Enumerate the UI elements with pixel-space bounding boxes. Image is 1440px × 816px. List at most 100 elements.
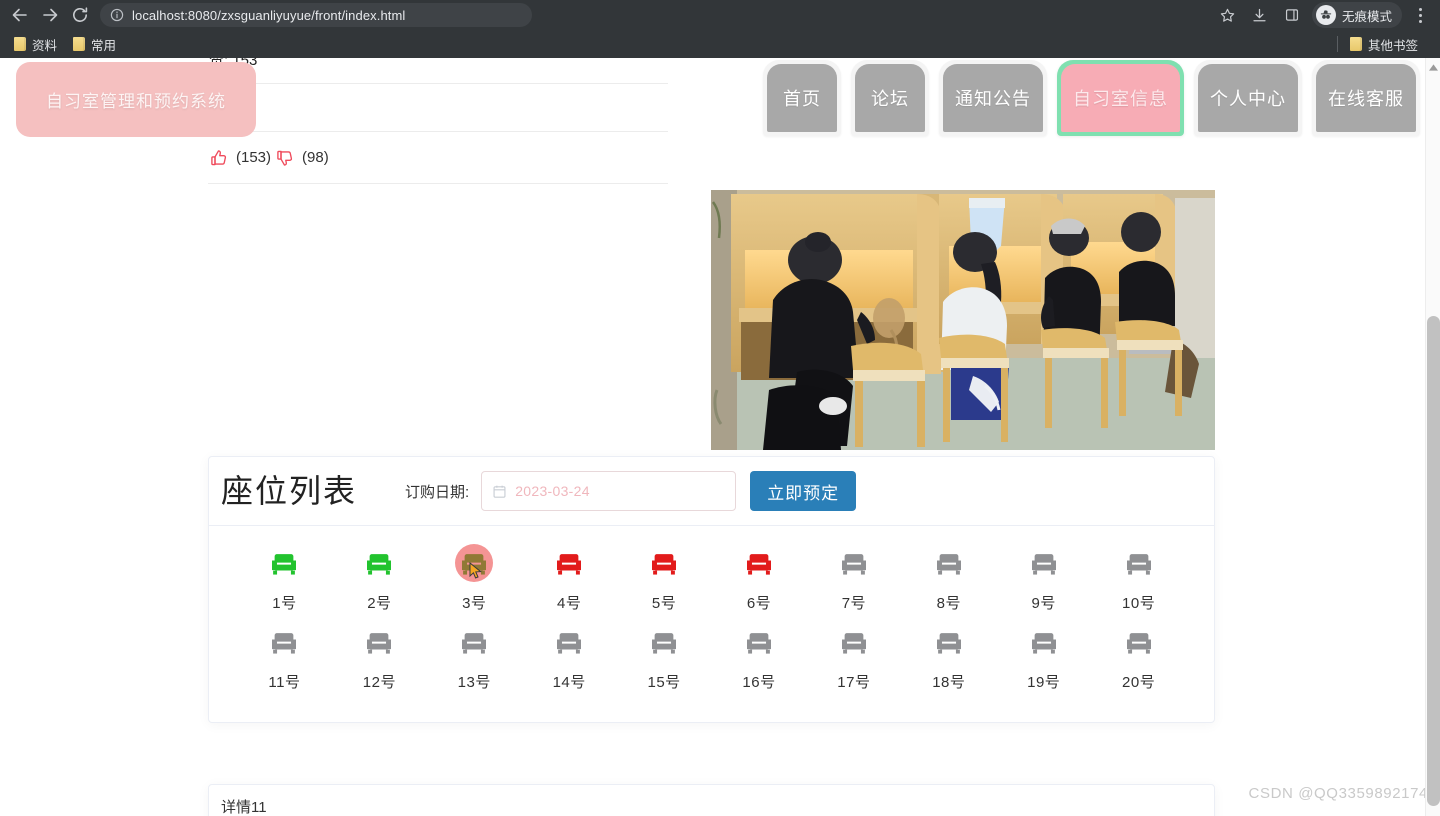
- nav-tab-label: 首页: [767, 64, 837, 132]
- seat-4[interactable]: 4号: [522, 540, 617, 617]
- seat-label: 1号: [272, 595, 297, 612]
- nav-tab-label: 在线客服: [1316, 64, 1416, 132]
- bookmark-label: 常用: [91, 38, 117, 53]
- download-icon[interactable]: [1246, 1, 1274, 29]
- seat-2[interactable]: 2号: [332, 540, 427, 617]
- nav-tab-2[interactable]: 论坛: [851, 60, 929, 136]
- incognito-label: 无痕模式: [1341, 9, 1392, 24]
- scrollbar-thumb[interactable]: [1427, 316, 1440, 806]
- page-viewport: 赞: 153 踩: 98 (153): [0, 58, 1440, 816]
- seat-label: 5号: [651, 595, 677, 612]
- seat-15[interactable]: 15号: [617, 619, 712, 696]
- seat-7[interactable]: 7号: [806, 540, 901, 617]
- bookmark-item[interactable]: 常用: [69, 33, 124, 56]
- seat-8[interactable]: 8号: [901, 540, 996, 617]
- seat-chair-icon: [457, 548, 491, 582]
- likes-row: 赞: 153: [208, 58, 668, 84]
- seat-14[interactable]: 14号: [522, 619, 617, 696]
- seat-label: 15号: [647, 674, 681, 691]
- seat-1[interactable]: 1号: [237, 540, 332, 617]
- seat-chair-icon: [362, 548, 396, 582]
- seat-label: 13号: [457, 674, 491, 691]
- seat-6[interactable]: 6号: [712, 540, 807, 617]
- seat-9[interactable]: 9号: [996, 540, 1091, 617]
- nav-tab-3[interactable]: 通知公告: [939, 60, 1047, 136]
- seat-chair-icon: [837, 627, 871, 661]
- nav-tab-label: 个人中心: [1198, 64, 1298, 132]
- detail-card: 详情11: [208, 784, 1215, 816]
- seat-chair-icon: [552, 548, 586, 582]
- chrome-menu-icon[interactable]: [1408, 1, 1432, 29]
- post-stats-list: 赞: 153 踩: 98 (153): [208, 58, 668, 184]
- like-button[interactable]: (153): [209, 148, 271, 168]
- browser-chrome: localhost:8080/zxsguanliyuyue/front/inde…: [0, 0, 1440, 58]
- seat-chair-icon: [837, 548, 871, 582]
- seat-16[interactable]: 16号: [712, 619, 807, 696]
- study-room-photo: [711, 190, 1215, 450]
- seat-13[interactable]: 13号: [427, 619, 522, 696]
- seat-label: 12号: [362, 674, 396, 691]
- seat-12[interactable]: 12号: [332, 619, 427, 696]
- seat-3[interactable]: 3号: [427, 540, 522, 617]
- seat-label: 17号: [837, 674, 871, 691]
- vote-actions-row: (153) (98): [208, 132, 668, 184]
- seat-chair-icon: [1122, 548, 1156, 582]
- book-now-button[interactable]: 立即预定: [750, 471, 857, 511]
- bookmark-label: 资料: [32, 38, 58, 53]
- site-title: 自习室管理和预约系统: [16, 62, 256, 137]
- folder-icon: [73, 37, 86, 51]
- address-bar[interactable]: localhost:8080/zxsguanliyuyue/front/inde…: [100, 3, 532, 27]
- seat-label: 6号: [746, 595, 772, 612]
- nav-tab-5[interactable]: 个人中心: [1194, 60, 1302, 136]
- seat-chair-icon: [362, 627, 396, 661]
- bookmark-item[interactable]: 资料: [10, 33, 65, 56]
- bookmarks-divider: [1336, 36, 1338, 52]
- seat-label: 8号: [936, 595, 961, 612]
- seat-20[interactable]: 20号: [1091, 619, 1186, 696]
- seat-10[interactable]: 10号: [1091, 540, 1186, 617]
- seat-5[interactable]: 5号: [617, 540, 712, 617]
- seat-17[interactable]: 17号: [806, 619, 901, 696]
- seat-chair-icon: [457, 627, 491, 661]
- seat-row: 11号 12号 13号 14号 15号 16号 17号 18号 19号 20号: [209, 619, 1214, 696]
- side-panel-icon[interactable]: [1278, 1, 1306, 29]
- order-date-placeholder: 2023-03-24: [515, 483, 590, 499]
- seat-chair-icon: [267, 548, 301, 582]
- watermark: CSDN @QQ3359892174: [1248, 785, 1428, 802]
- nav-tab-1[interactable]: 首页: [763, 60, 841, 136]
- seat-label: 14号: [552, 674, 586, 691]
- incognito-indicator[interactable]: 无痕模式: [1311, 2, 1402, 28]
- bookmark-star-icon[interactable]: [1214, 1, 1242, 29]
- nav-tab-label: 论坛: [855, 64, 925, 132]
- dislike-button[interactable]: (98): [275, 148, 329, 168]
- seat-11[interactable]: 11号: [237, 619, 332, 696]
- back-icon[interactable]: [6, 1, 34, 29]
- seat-chair-icon: [932, 627, 966, 661]
- thumbs-down-icon: [275, 148, 295, 168]
- seat-label: 11号: [268, 674, 301, 691]
- page-scrollbar[interactable]: [1425, 58, 1440, 816]
- nav-tab-4[interactable]: 自习室信息: [1057, 60, 1184, 136]
- seat-label: 18号: [932, 674, 966, 691]
- seat-chair-icon: [552, 627, 586, 661]
- order-date-input[interactable]: 2023-03-24: [481, 471, 737, 511]
- other-bookmarks-button[interactable]: 其他书签: [1346, 33, 1426, 56]
- nav-tab-6[interactable]: 在线客服: [1312, 60, 1420, 136]
- seat-18[interactable]: 18号: [901, 619, 996, 696]
- seat-chair-icon: [932, 548, 966, 582]
- seat-label: 16号: [742, 674, 776, 691]
- forward-icon[interactable]: [36, 1, 64, 29]
- seat-row: 1号 2号 3号 4号 5号 6号 7号 8号 9号 10号: [209, 540, 1214, 617]
- reload-icon[interactable]: [66, 1, 94, 29]
- seat-label: 10号: [1122, 595, 1156, 612]
- toolbar-actions: 无痕模式: [1214, 1, 1434, 29]
- dislikes-row: 踩: 98: [208, 84, 668, 132]
- page-content: 赞: 153 踩: 98 (153): [0, 58, 1425, 816]
- seat-19[interactable]: 19号: [996, 619, 1091, 696]
- seat-list-title: 座位列表: [221, 472, 358, 509]
- site-info-icon[interactable]: [110, 8, 124, 22]
- seat-chair-icon: [647, 627, 681, 661]
- seat-label: 20号: [1122, 674, 1156, 691]
- scroll-up-icon[interactable]: [1426, 60, 1440, 74]
- seat-chair-icon: [742, 548, 776, 582]
